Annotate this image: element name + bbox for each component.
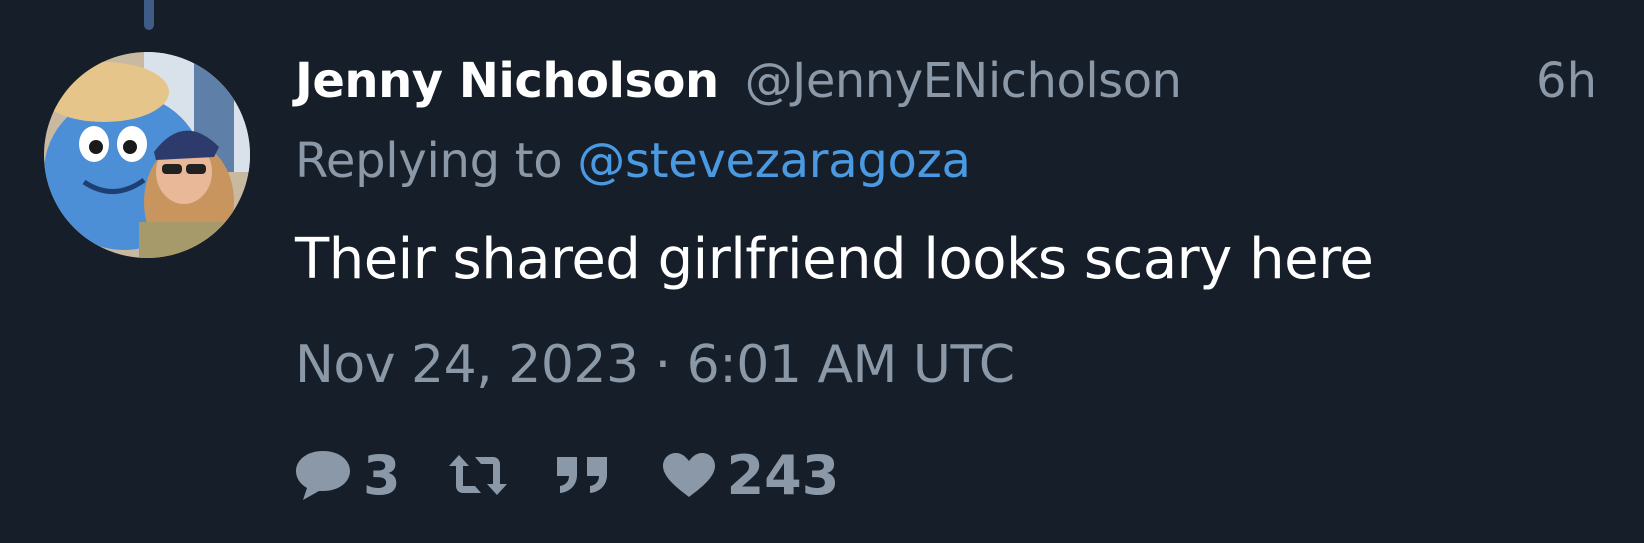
- relative-time[interactable]: 6h: [1536, 48, 1597, 114]
- quote-icon: [555, 455, 611, 495]
- tweet-card: Jenny Nicholson @JennyENicholson 6h Repl…: [0, 0, 1644, 543]
- comment-count: 3: [363, 443, 401, 507]
- thread-line: [144, 0, 154, 30]
- like-button[interactable]: 243: [661, 443, 840, 507]
- like-count: 243: [726, 443, 840, 507]
- author-name[interactable]: Jenny Nicholson: [295, 53, 719, 109]
- speech-bubble-icon: [293, 447, 353, 503]
- author-handle[interactable]: @JennyENicholson: [745, 53, 1182, 109]
- retweet-icon: [447, 453, 509, 497]
- comment-button[interactable]: 3: [293, 444, 401, 507]
- avatar[interactable]: [44, 52, 250, 258]
- replying-to: Replying to @stevezaragoza: [295, 128, 971, 194]
- quote-button[interactable]: [555, 455, 611, 495]
- replying-mention-link[interactable]: @stevezaragoza: [577, 133, 971, 189]
- tweet-header: Jenny Nicholson @JennyENicholson: [295, 48, 1182, 114]
- tweet-text: Their shared girlfriend looks scary here: [295, 227, 1374, 292]
- retweet-button[interactable]: [447, 453, 509, 497]
- heart-icon: [661, 451, 717, 499]
- tweet-actions: 3 243: [293, 438, 839, 512]
- tweet-timestamp[interactable]: Nov 24, 2023 · 6:01 AM UTC: [295, 331, 1015, 399]
- replying-prefix: Replying to: [295, 133, 563, 189]
